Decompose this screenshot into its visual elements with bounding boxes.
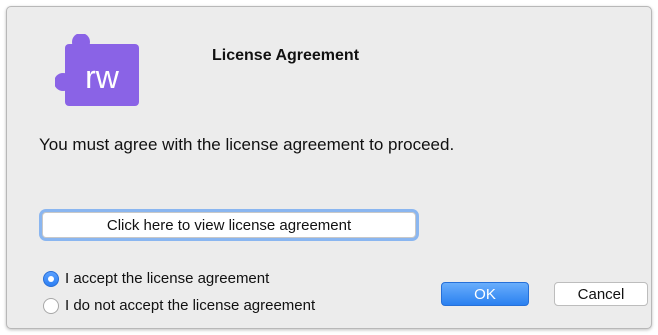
accept-radio-label: I accept the license agreement — [65, 270, 270, 287]
decline-radio-label: I do not accept the license agreement — [65, 297, 316, 314]
dialog-title: License Agreement — [212, 47, 360, 64]
decline-radio-button[interactable] — [43, 297, 59, 314]
cancel-button[interactable]: Cancel — [554, 282, 648, 306]
license-dialog: rw License Agreement You must agree with… — [6, 6, 652, 329]
view-license-button-label: Click here to view license agreement — [106, 216, 352, 234]
rw-puzzle-icon: rw — [55, 34, 139, 106]
accept-radio-option[interactable]: I accept the license agreement — [43, 270, 269, 287]
view-license-button[interactable]: Click here to view license agreement — [42, 212, 416, 238]
dialog-message: You must agree with the license agreemen… — [39, 135, 455, 154]
app-icon-text: rw — [85, 59, 120, 95]
accept-radio-button[interactable] — [43, 270, 59, 287]
ok-button-label: OK — [474, 285, 496, 303]
cancel-button-label: Cancel — [577, 285, 625, 303]
ok-button[interactable]: OK — [441, 282, 529, 306]
decline-radio-option[interactable]: I do not accept the license agreement — [43, 297, 315, 314]
